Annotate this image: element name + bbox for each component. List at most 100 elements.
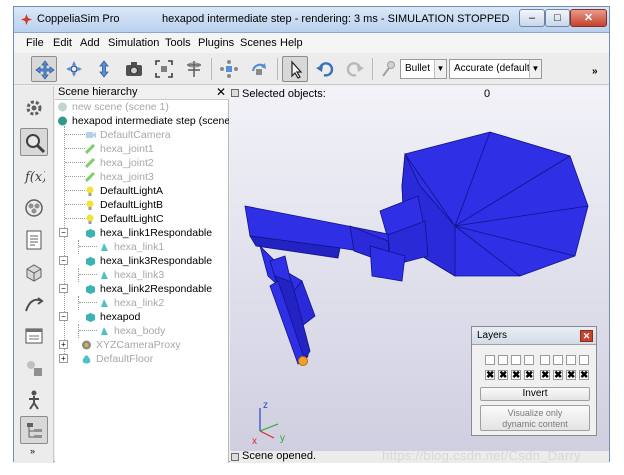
collections-button[interactable] [20, 194, 48, 222]
layer-checkbox-checked[interactable]: ✖ [498, 370, 508, 381]
window-caption: hexapod intermediate step - rendering: 3… [162, 13, 510, 25]
expand-toggle[interactable]: − [59, 284, 68, 293]
camera-shift-button[interactable] [91, 56, 117, 82]
layer-checkbox-checked[interactable]: ✖ [566, 370, 576, 381]
svg-text:f(x): f(x) [24, 170, 45, 185]
object-move-button[interactable] [216, 56, 242, 82]
simulation-settings-button[interactable] [20, 94, 48, 122]
layer-checkbox[interactable] [511, 355, 521, 365]
object-rotate-icon [251, 63, 266, 75]
shape-icon [86, 229, 95, 238]
close-window-button[interactable]: ✕ [570, 9, 607, 27]
layer-checkbox-checked[interactable]: ✖ [579, 370, 589, 381]
axis-z-label: z [263, 400, 268, 411]
selection-button[interactable] [20, 354, 48, 382]
user-settings-button[interactable] [20, 322, 48, 350]
layer-checkbox[interactable] [566, 355, 576, 365]
menu-plugins[interactable]: Plugins [198, 37, 234, 49]
title-bar: CoppeliaSim Pro hexapod intermediate ste… [14, 7, 609, 33]
camera-view-button[interactable] [121, 56, 147, 82]
maximize-button[interactable]: □ [545, 9, 570, 27]
visualize-dynamic-line1: Visualize only [507, 408, 563, 418]
object-rotate-button[interactable] [246, 56, 272, 82]
menu-help[interactable]: Help [280, 37, 303, 49]
expand-toggle[interactable]: − [59, 312, 68, 321]
redo-button[interactable] [342, 56, 368, 82]
menu-scenes[interactable]: Scenes [240, 37, 277, 49]
simulation-settings-icon [26, 100, 42, 116]
layer-checkbox-checked[interactable]: ✖ [485, 370, 495, 381]
status-toggle[interactable] [231, 453, 239, 461]
layer-checkbox[interactable] [485, 355, 495, 365]
menu-bar: File Edit Add Simulation Tools Plugins S… [14, 33, 609, 53]
minimize-button[interactable]: – [519, 9, 545, 27]
camera-rotate-icon [66, 61, 82, 77]
left-toolbar-overflow-button[interactable]: » [30, 446, 35, 456]
scene-hierarchy-title: Scene hierarchy [58, 86, 138, 98]
undo-button[interactable] [312, 56, 338, 82]
mesh-icon [101, 299, 108, 307]
layer-checkbox-checked[interactable]: ✖ [524, 370, 534, 381]
paths-button[interactable] [20, 290, 48, 318]
toolbar-overflow-button[interactable]: » [592, 66, 598, 77]
click-selection-button[interactable] [282, 56, 308, 82]
model-icon [82, 340, 91, 350]
scene-icon [58, 116, 67, 126]
floor-icon [82, 355, 91, 364]
layers-dialog: Layers ✕ ✖ ✖ ✖ ✖ ✖ ✖ ✖ ✖ Invert Visualiz… [471, 326, 597, 436]
left-toolbar: f(x) [14, 86, 54, 463]
robot-icon [29, 390, 39, 410]
accuracy-select[interactable]: Accurate (default) ▼ [449, 59, 542, 79]
model-browser-button[interactable] [20, 128, 48, 156]
camera-pan-button[interactable] [31, 56, 57, 82]
layer-checkbox[interactable] [553, 355, 563, 365]
invert-button[interactable]: Invert [480, 387, 590, 401]
engine-select[interactable]: Bullet ▼ [400, 59, 447, 79]
layer-checkbox-checked[interactable]: ✖ [553, 370, 563, 381]
hierarchy-button[interactable] [20, 416, 48, 444]
menu-file[interactable]: File [26, 37, 44, 49]
expand-toggle[interactable]: − [59, 256, 68, 265]
collections-icon [25, 199, 43, 217]
layer-checkbox[interactable] [498, 355, 508, 365]
camera-view-icon [126, 62, 142, 76]
expand-toggle[interactable]: − [59, 228, 68, 237]
expand-toggle[interactable]: + [59, 340, 68, 349]
layer-checkbox-checked[interactable]: ✖ [540, 370, 550, 381]
robot-button[interactable] [20, 386, 48, 414]
dragonfly-button[interactable] [181, 56, 207, 82]
dynamics-icon [382, 61, 395, 77]
visualize-dynamic-button[interactable]: Visualize only dynamic content [480, 405, 590, 431]
status-message: Scene opened. [242, 450, 317, 462]
menu-edit[interactable]: Edit [53, 37, 72, 49]
main-toolbar: Bullet ▼ Accurate (default) ▼ » [14, 53, 609, 85]
mesh-icon [101, 243, 108, 251]
calc-modules-button[interactable]: f(x) [20, 162, 48, 190]
expand-toggle[interactable]: + [59, 354, 68, 363]
chevron-down-icon: ▼ [529, 60, 541, 78]
layer-checkbox[interactable] [579, 355, 589, 365]
shapes-button[interactable] [20, 258, 48, 286]
scripts-button[interactable] [20, 226, 48, 254]
layer-checkbox[interactable] [524, 355, 534, 365]
fit-to-view-icon [155, 60, 173, 78]
shape-icon [86, 285, 95, 294]
menu-add[interactable]: Add [80, 37, 100, 49]
layer-checkbox-checked[interactable]: ✖ [511, 370, 521, 381]
path-icon [25, 297, 44, 312]
dynamics-button[interactable] [376, 56, 402, 82]
menu-simulation[interactable]: Simulation [108, 37, 159, 49]
layer-checkbox[interactable] [540, 355, 550, 365]
camera-icon [86, 132, 96, 138]
menu-tools[interactable]: Tools [165, 37, 191, 49]
close-layers-button[interactable]: ✕ [580, 330, 593, 342]
scene-hierarchy-header: Scene hierarchy ✕ [55, 85, 229, 100]
layers-titlebar: Layers ✕ [472, 327, 596, 345]
scene-hierarchy-panel: Scene hierarchy ✕ − − − − + + new scene … [55, 85, 229, 463]
engine-select-value: Bullet [405, 63, 431, 74]
mesh-icon [101, 327, 108, 335]
tree-row-scene2[interactable]: hexapod intermediate step (scene 2) [57, 114, 229, 128]
close-hierarchy-button[interactable]: ✕ [216, 85, 226, 99]
camera-rotate-button[interactable] [61, 56, 87, 82]
fit-to-view-button[interactable] [151, 56, 177, 82]
